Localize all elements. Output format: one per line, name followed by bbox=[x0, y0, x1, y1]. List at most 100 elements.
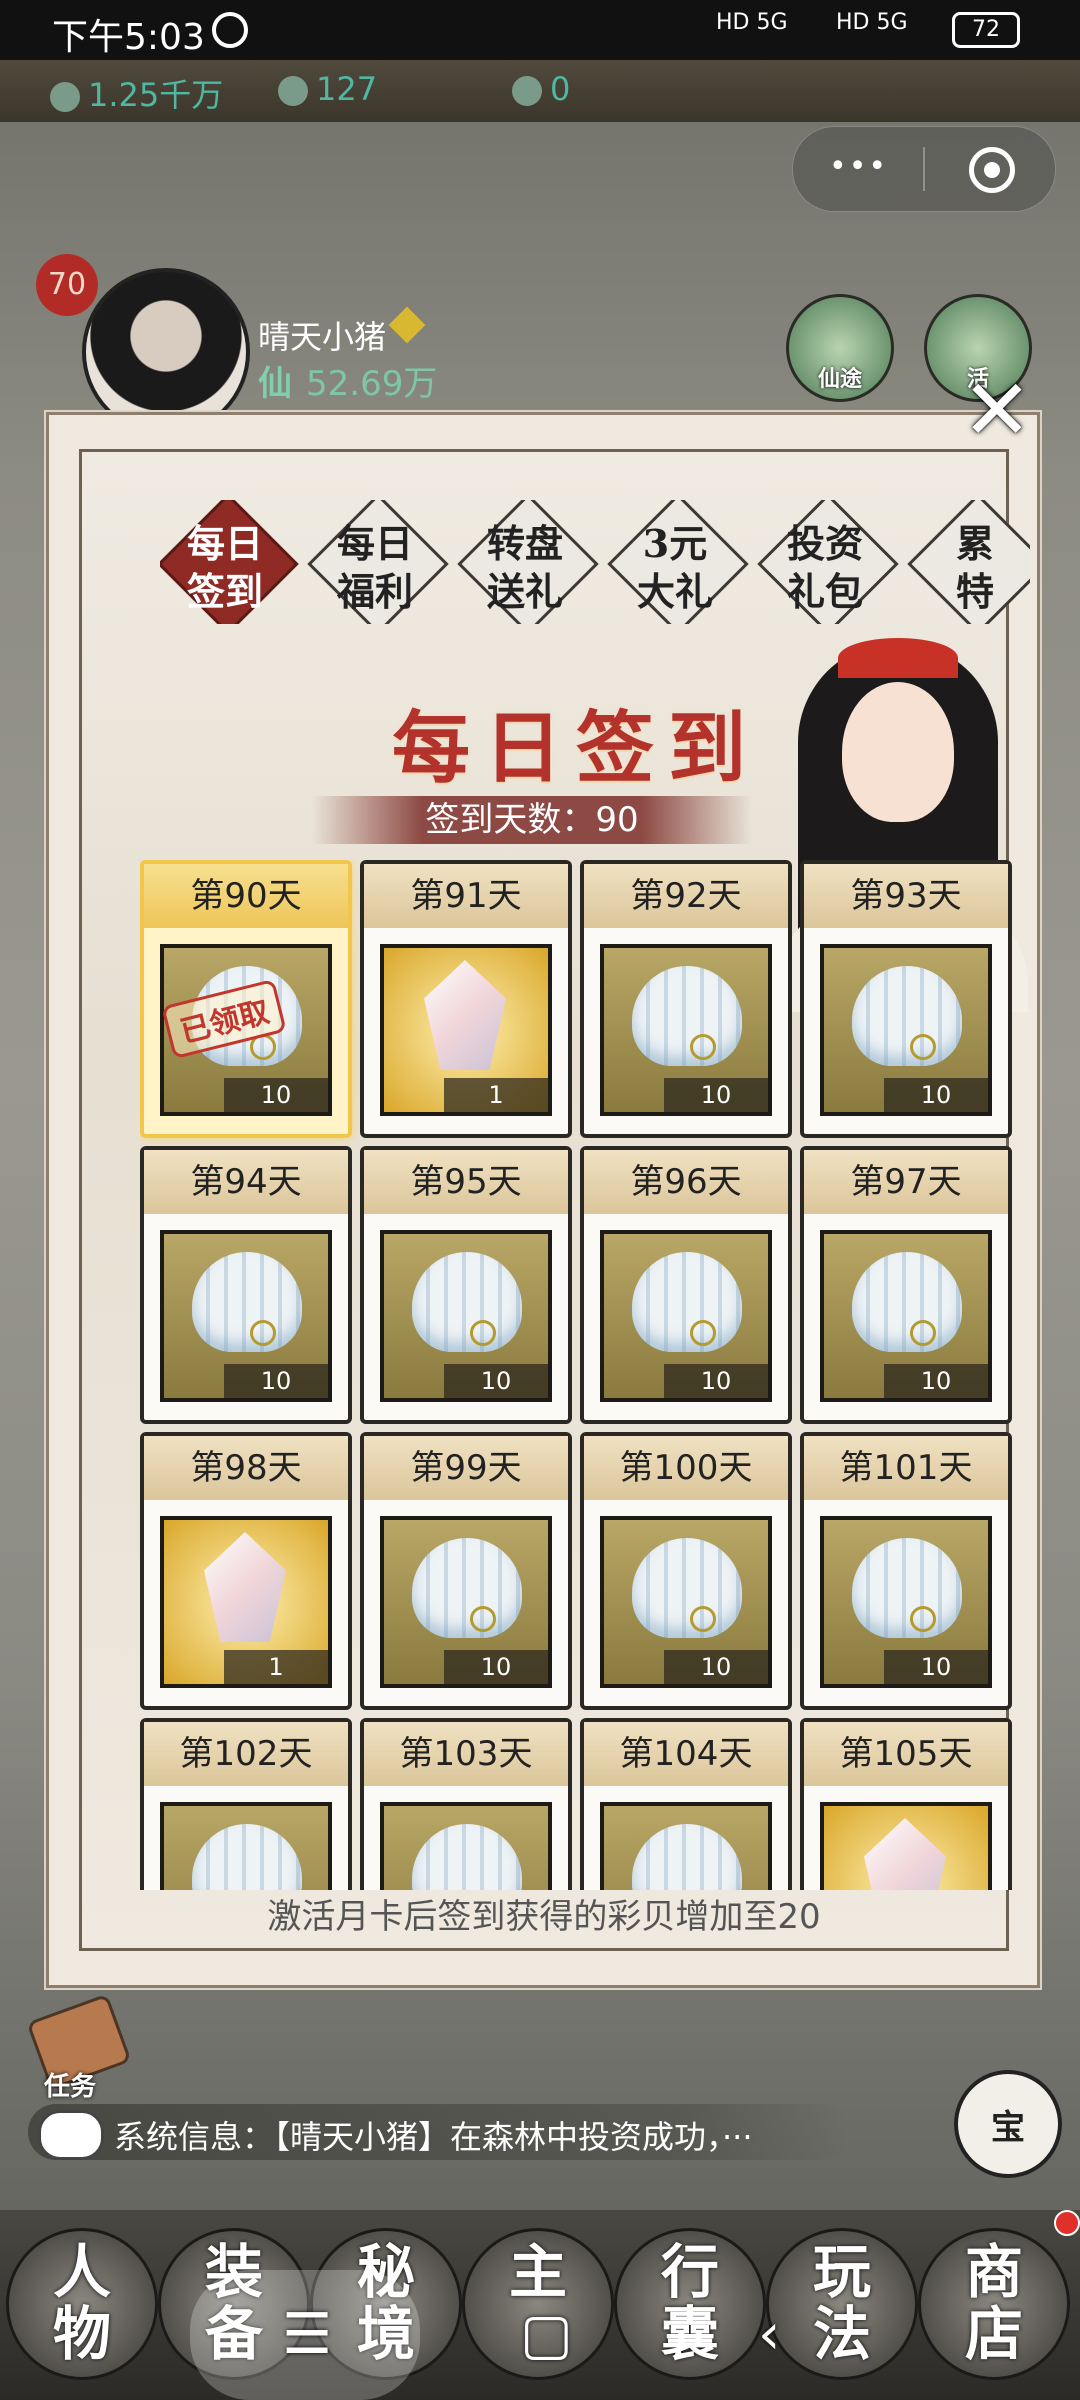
item-quantity: 10 bbox=[664, 1078, 768, 1112]
day-label: 第104天 bbox=[584, 1722, 788, 1786]
reward-item-slot[interactable] bbox=[600, 1802, 772, 1890]
battery-icon: 72 bbox=[952, 12, 1020, 48]
reward-day-cell[interactable]: 第101天 10 bbox=[800, 1432, 1012, 1710]
menu-icon[interactable]: ☰ bbox=[282, 2302, 332, 2367]
item-quantity: 10 bbox=[224, 1364, 328, 1398]
item-quantity: 10 bbox=[444, 1364, 548, 1398]
day-label: 第99天 bbox=[364, 1436, 568, 1500]
reward-day-cell[interactable]: 第99天 10 bbox=[360, 1432, 572, 1710]
close-miniprogram-button[interactable] bbox=[969, 147, 1015, 193]
tab-wheel-gift[interactable]: 转盘 送礼 bbox=[457, 500, 599, 624]
reward-day-cell[interactable]: 第102天 bbox=[140, 1718, 352, 1890]
page-title: 每日签到 bbox=[392, 703, 761, 794]
shell-icon bbox=[632, 966, 742, 1066]
resource-shell: 127 bbox=[278, 70, 377, 108]
reward-item-slot[interactable]: 10 bbox=[600, 1230, 772, 1402]
character-face bbox=[842, 682, 954, 822]
reward-day-cell[interactable]: 第91天 1 bbox=[360, 860, 572, 1138]
reward-item-slot[interactable]: 10 bbox=[600, 1516, 772, 1688]
power-prefix: 仙 bbox=[258, 364, 292, 404]
monthly-card-notice: 激活月卡后签到获得的彩贝增加至20 bbox=[267, 1897, 821, 1937]
item-quantity: 10 bbox=[884, 1650, 988, 1684]
shell-icon bbox=[632, 1538, 742, 1638]
day-label: 第93天 bbox=[804, 864, 1008, 928]
reward-day-cell[interactable]: 第105天 bbox=[800, 1718, 1012, 1890]
dialog-frame: 每日 签到 每日 福利 转盘 送礼 3元 大礼 投资 礼包 累 特 每日签到 签… bbox=[79, 449, 1030, 1951]
item-quantity: 1 bbox=[224, 1650, 328, 1684]
home-icon[interactable]: ▢ bbox=[520, 2302, 573, 2367]
reward-day-cell[interactable]: 第103天 bbox=[360, 1718, 572, 1890]
day-label: 第91天 bbox=[364, 864, 568, 928]
tab-cumulative[interactable]: 累 特 bbox=[907, 500, 1030, 624]
item-quantity: 10 bbox=[884, 1078, 988, 1112]
reward-item-slot[interactable]: 10 bbox=[600, 944, 772, 1116]
reward-item-slot[interactable] bbox=[380, 1802, 552, 1890]
tab-label: 转盘 送礼 bbox=[486, 521, 563, 614]
shell-icon bbox=[632, 1824, 742, 1890]
reward-day-cell[interactable]: 第94天 10 bbox=[140, 1146, 352, 1424]
system-message-bar[interactable]: 系统信息：【晴天小猪】在森林中投资成功，··· bbox=[28, 2104, 848, 2160]
treasure-button[interactable]: 宝 bbox=[954, 2070, 1062, 2178]
reward-item-slot[interactable]: 10 bbox=[380, 1516, 552, 1688]
xiantu-button[interactable]: 仙途 bbox=[786, 294, 894, 402]
status-time: 下午5:03 bbox=[52, 17, 205, 58]
xiantu-label: 仙途 bbox=[817, 367, 862, 392]
close-icon[interactable]: ✕ bbox=[956, 368, 1038, 452]
reward-item-slot[interactable]: 10 bbox=[160, 1230, 332, 1402]
reward-item-slot[interactable]: 10 bbox=[380, 1230, 552, 1402]
tab-3yuan-gift[interactable]: 3元 大礼 bbox=[607, 500, 749, 624]
tab-investment-pack[interactable]: 投资 礼包 bbox=[757, 500, 899, 624]
reward-day-cell[interactable]: 第104天 bbox=[580, 1718, 792, 1890]
reward-item-slot[interactable]: 1 bbox=[380, 944, 552, 1116]
reward-day-cell[interactable]: 第93天 10 bbox=[800, 860, 1012, 1138]
more-button[interactable]: ••• bbox=[829, 149, 888, 184]
reward-item-slot[interactable] bbox=[160, 1802, 332, 1890]
item-quantity: 10 bbox=[884, 1364, 988, 1398]
reward-day-cell[interactable]: 第95天 10 bbox=[360, 1146, 572, 1424]
shell-icon bbox=[192, 1252, 302, 1352]
task-label: 任务 bbox=[44, 2072, 97, 2102]
day-label: 第92天 bbox=[584, 864, 788, 928]
reward-item-slot[interactable]: 10 已领取 bbox=[160, 944, 332, 1116]
reward-item-slot[interactable]: 10 bbox=[820, 1516, 992, 1688]
reward-item-slot[interactable]: 10 bbox=[820, 1230, 992, 1402]
reward-day-cell[interactable]: 第92天 10 bbox=[580, 860, 792, 1138]
reward-day-cell[interactable]: 第98天 1 bbox=[140, 1432, 352, 1710]
shell-coin-icon bbox=[278, 76, 308, 106]
treasure-label: 宝 bbox=[991, 2108, 1025, 2148]
tab-daily-checkin[interactable]: 每日 签到 bbox=[160, 500, 299, 624]
day-label: 第102天 bbox=[144, 1722, 348, 1786]
shell-icon bbox=[192, 1824, 302, 1890]
item-quantity: 10 bbox=[664, 1364, 768, 1398]
reward-day-cell[interactable]: 第90天 10 已领取 bbox=[140, 860, 352, 1138]
tab-label: 3元 大礼 bbox=[636, 521, 713, 614]
tab-label: 累 特 bbox=[955, 521, 994, 614]
resource-jade: 1.25千万 bbox=[50, 70, 223, 116]
crystal-icon bbox=[864, 1818, 946, 1890]
network-indicator: HD 5G bbox=[716, 10, 788, 35]
resource-shell-value: 127 bbox=[316, 70, 378, 108]
avatar[interactable] bbox=[82, 268, 250, 436]
system-message-text: 系统信息：【晴天小猪】在森林中投资成功，··· bbox=[114, 2118, 753, 2156]
day-label: 第98天 bbox=[144, 1436, 348, 1500]
reward-day-cell[interactable]: 第97天 10 bbox=[800, 1146, 1012, 1424]
level-badge: 70 bbox=[36, 254, 98, 316]
nav-character[interactable]: 人 物 bbox=[6, 2228, 158, 2380]
reward-day-cell[interactable]: 第96天 10 bbox=[580, 1146, 792, 1424]
reward-item-slot[interactable]: 1 bbox=[160, 1516, 332, 1688]
reward-item-slot[interactable] bbox=[820, 1802, 992, 1890]
day-label: 第94天 bbox=[144, 1150, 348, 1214]
day-label: 第101天 bbox=[804, 1436, 1008, 1500]
checkin-day-count: 签到天数：90 bbox=[312, 796, 752, 844]
reward-item-slot[interactable]: 10 bbox=[820, 944, 992, 1116]
tab-daily-welfare[interactable]: 每日 福利 bbox=[307, 500, 449, 624]
nav-shop[interactable]: 商 店 bbox=[918, 2228, 1070, 2380]
crystal-icon bbox=[204, 1532, 286, 1642]
resource-jade-value: 1.25千万 bbox=[88, 76, 224, 114]
character-headdress bbox=[838, 638, 958, 678]
reward-day-cell[interactable]: 第100天 10 bbox=[580, 1432, 792, 1710]
task-button[interactable]: 任务 bbox=[22, 1993, 132, 2104]
back-icon[interactable]: ‹ bbox=[758, 2302, 780, 2367]
jade-leaf-icon bbox=[50, 82, 80, 112]
tab-label: 每日 福利 bbox=[336, 521, 413, 614]
